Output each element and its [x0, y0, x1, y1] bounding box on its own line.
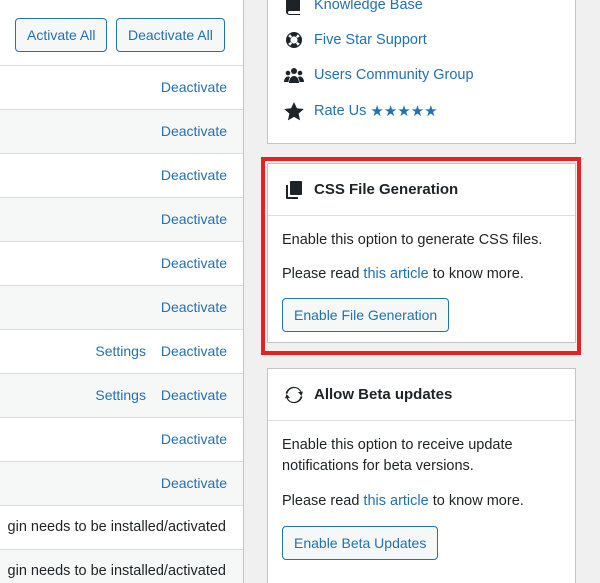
knowledge-base-link-item[interactable]: Knowledge Base [284, 0, 423, 17]
deactivate-link[interactable]: Deactivate [161, 211, 227, 227]
plugin-row: Settings Deactivate [0, 374, 243, 418]
deactivate-link[interactable]: Deactivate [161, 475, 227, 491]
beta-updates-description: Enable this option to receive update not… [282, 437, 513, 474]
plugin-notice-row: gin needs to be installed/activated [0, 550, 243, 583]
beta-updates-title: Allow Beta updates [314, 386, 453, 403]
plugin-row: Deactivate [0, 110, 243, 154]
activate-all-button[interactable]: Activate All [15, 18, 108, 52]
deactivate-link[interactable]: Deactivate [161, 387, 227, 403]
settings-link[interactable]: Settings [95, 387, 146, 403]
beta-updates-read-more: Please read this article to know more. [282, 493, 524, 509]
five-star-support-link[interactable]: Five Star Support [314, 32, 427, 48]
deactivate-link[interactable]: Deactivate [161, 255, 227, 271]
plugin-row: Deactivate [0, 66, 243, 110]
sync-icon [284, 385, 304, 405]
required-plugin-notice: gin needs to be installed/activated [7, 519, 226, 535]
plugin-notice-row: gin needs to be installed/activated [0, 506, 243, 550]
star-icon [284, 101, 304, 121]
users-group-icon [284, 65, 304, 85]
lifebuoy-icon [284, 30, 304, 50]
required-plugin-notice: gin needs to be installed/activated [7, 563, 226, 579]
plugin-row: Deactivate [0, 154, 243, 198]
bulk-toolbar: Activate All Deactivate All [0, 0, 243, 66]
deactivate-link[interactable]: Deactivate [161, 123, 227, 139]
community-link-item[interactable]: Users Community Group [284, 63, 474, 87]
five-stars-rating[interactable]: ★★★★★ [370, 102, 437, 120]
plugin-row: Deactivate [0, 198, 243, 242]
help-links-box: Knowledge Base Five Star Support Users C… [267, 0, 576, 144]
beta-article-link[interactable]: this article [363, 493, 428, 509]
community-group-link[interactable]: Users Community Group [314, 67, 474, 83]
highlight-frame [261, 157, 581, 355]
rate-us-link-item[interactable]: Rate Us ★★★★★ [284, 99, 438, 123]
plugin-row: Deactivate [0, 286, 243, 330]
deactivate-link[interactable]: Deactivate [161, 343, 227, 359]
settings-link[interactable]: Settings [95, 343, 146, 359]
book-icon [284, 0, 304, 15]
deactivate-link[interactable]: Deactivate [161, 299, 227, 315]
deactivate-all-button[interactable]: Deactivate All [116, 18, 225, 52]
deactivate-link[interactable]: Deactivate [161, 79, 227, 95]
rate-us-link[interactable]: Rate Us [314, 103, 366, 119]
knowledge-base-link[interactable]: Knowledge Base [314, 0, 423, 13]
plugin-row: Deactivate [0, 242, 243, 286]
beta-updates-box: Allow Beta updates Enable this option to… [267, 368, 576, 583]
deactivate-link[interactable]: Deactivate [161, 431, 227, 447]
plugins-table: Activate All Deactivate All Deactivate D… [0, 0, 244, 583]
deactivate-link[interactable]: Deactivate [161, 167, 227, 183]
beta-updates-header: Allow Beta updates [268, 369, 575, 421]
support-link-item[interactable]: Five Star Support [284, 28, 427, 52]
plugin-row: Deactivate [0, 462, 243, 506]
plugin-row: Deactivate [0, 418, 243, 462]
plugin-row: Settings Deactivate [0, 330, 243, 374]
enable-beta-updates-button[interactable]: Enable Beta Updates [282, 526, 439, 560]
